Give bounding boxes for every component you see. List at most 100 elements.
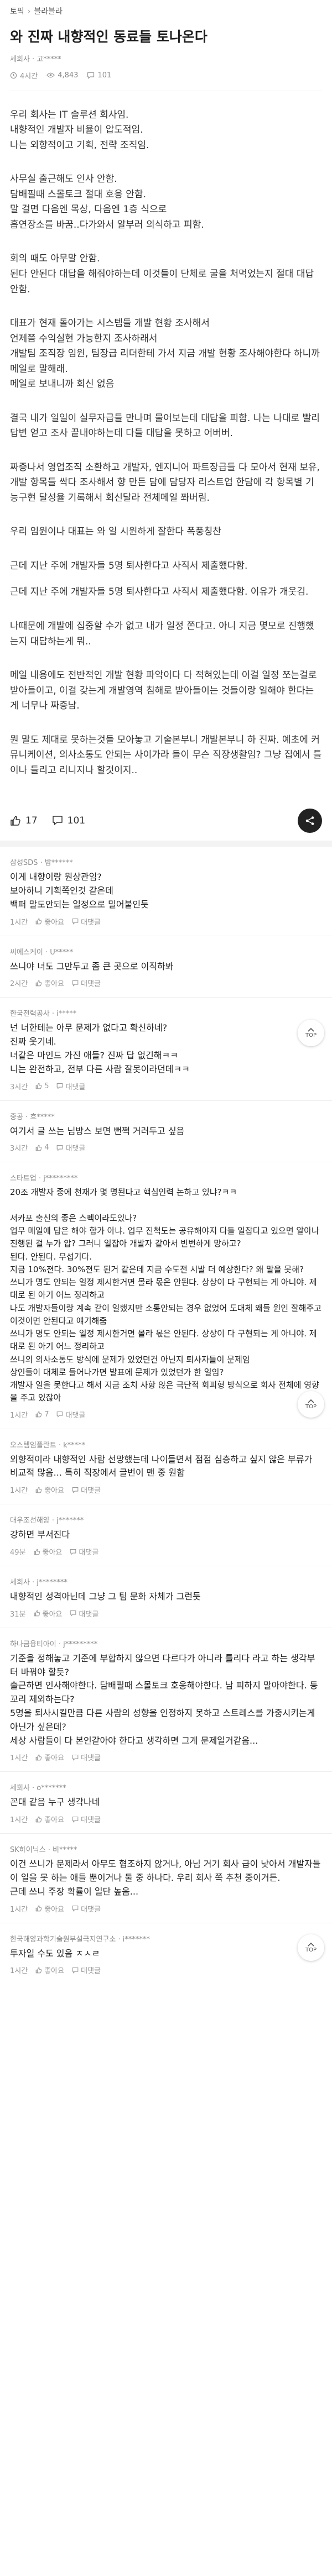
comment-author[interactable]: 하나금융티아이 · j********* — [10, 1638, 322, 1649]
comment-meta: 1시간 좋아요 대댓글 — [10, 1814, 322, 1824]
comment-time: 1시간 — [10, 918, 28, 927]
share-icon — [305, 816, 314, 825]
thumbs-up-icon — [35, 980, 42, 987]
thumbs-up-icon — [34, 1549, 40, 1555]
thumbs-up-icon — [35, 1487, 42, 1493]
comment-author[interactable]: 중공 · 흐***** — [10, 1111, 322, 1121]
comment-meta: 49분 좋아요 대댓글 — [10, 1546, 322, 1557]
share-button[interactable] — [298, 808, 322, 833]
breadcrumb-home[interactable]: 토픽 — [10, 7, 24, 16]
comment-reply-button[interactable]: 대댓글 — [72, 978, 101, 988]
comment-author[interactable]: 한국해양과학기술원부설극지연구소 · i******* — [10, 1933, 322, 1944]
comment-icon — [72, 919, 79, 925]
comment-author[interactable]: 씨에스케이 · U***** — [10, 946, 322, 957]
comment-reply-button[interactable]: 대댓글 — [72, 1814, 101, 1824]
comment-item: 씨에스케이 · U***** 쓰니야 너도 그만두고 좀 큰 곳으로 이직하봐 … — [0, 936, 332, 998]
comment-icon — [72, 1967, 79, 1974]
post-paragraph: 뭔 말도 제대로 못하는것들 모아놓고 기술본부니 개발본부니 하 진짜. 예초… — [10, 734, 322, 776]
comment-time: 3시간 — [10, 1145, 28, 1153]
comment-like-button[interactable]: 좋아요 — [35, 1965, 64, 1975]
comment-like-label: 좋아요 — [42, 1549, 63, 1557]
comment-reply-button[interactable]: 대댓글 — [72, 916, 101, 927]
chevron-up-icon — [308, 1028, 314, 1032]
comment-like-button[interactable]: 4 — [35, 1143, 49, 1152]
comment-meta: 1시간 좋아요 대댓글 — [10, 1903, 322, 1914]
comment-reply-button[interactable]: 대댓글 — [70, 1608, 98, 1619]
comment-icon — [72, 980, 79, 987]
post-paragraph: 대표가 현재 돌아가는 시스템들 개발 현황 조사해서 언제쯤 수익실현 가능한… — [10, 318, 320, 390]
comment-like-count: 5 — [44, 1082, 49, 1090]
comment-item: 세회사 · o******* 꼰대 같음 누구 생각나네 1시간 좋아요 대댓글 — [0, 1772, 332, 1834]
breadcrumb-separator: › — [27, 7, 31, 16]
comment-text: 여기서 글 쓰는 님방스 보면 뻔쩍 거러두고 싶음 — [10, 1125, 185, 1136]
like-button[interactable]: 17 — [10, 815, 38, 826]
comment-time: 49분 — [10, 1549, 26, 1557]
comment-icon — [72, 1487, 79, 1493]
comment-reply-label: 대댓글 — [65, 1145, 86, 1153]
thumbs-up-icon — [35, 1905, 42, 1912]
comment-reply-label: 대댓글 — [81, 980, 101, 989]
post-author[interactable]: 세회사 · 고***** — [0, 52, 332, 64]
comment-reply-button[interactable]: 대댓글 — [56, 1142, 85, 1153]
comment-reply-button[interactable]: 대댓글 — [72, 1965, 101, 1975]
scroll-top-label: TOP — [305, 1947, 317, 1953]
comment-like-button[interactable]: 좋아요 — [35, 1752, 64, 1762]
comment-author[interactable]: SK하이닉스 · 비***** — [10, 1844, 322, 1854]
comment-author[interactable]: 스타트업 · j********* — [10, 1172, 322, 1183]
comment-author[interactable]: 대우조선해양 · j******* — [10, 1514, 322, 1525]
comment-like-button[interactable]: 좋아요 — [34, 1546, 63, 1557]
scroll-top-label: TOP — [305, 1403, 317, 1410]
comment-like-button[interactable]: 좋아요 — [35, 1484, 64, 1495]
comment-text: 기준을 정해놓고 기준에 부합하지 않으면 다르다가 아니라 틀리다 라고 하는… — [10, 1652, 318, 1746]
comment-like-button[interactable]: 7 — [35, 1410, 49, 1419]
comment-author[interactable]: 세회사 · o******* — [10, 1782, 322, 1792]
comment-author[interactable]: 한국전력공사 · i***** — [10, 1008, 322, 1018]
comment-meta: 1시간 7 대댓글 — [10, 1409, 322, 1420]
thumbs-up-icon — [11, 815, 20, 826]
post-views-text: 4,843 — [58, 71, 79, 80]
comment-author[interactable]: 오스템임플란트 · k***** — [10, 1439, 322, 1450]
scroll-top-button[interactable]: TOP — [298, 1934, 324, 1961]
comment-reply-label: 대댓글 — [81, 1905, 101, 1914]
section-gap — [0, 841, 332, 847]
comment-text: 강하면 부서진다 — [10, 1529, 70, 1540]
comment-reply-button[interactable]: 대댓글 — [72, 1484, 101, 1495]
comment-like-button[interactable]: 좋아요 — [35, 978, 64, 988]
comment-text: 쓰니야 너도 그만두고 좀 큰 곳으로 이직하봐 — [10, 961, 174, 972]
post-paragraph: 우리 임원이나 대표는 와 일 시원하게 잘한다 폭풍칭찬 — [10, 526, 221, 538]
comment-like-button[interactable]: 좋아요 — [35, 1814, 64, 1824]
comment-icon — [72, 1754, 79, 1761]
scroll-top-button[interactable]: TOP — [298, 1391, 324, 1418]
comment-reply-button[interactable]: 대댓글 — [56, 1081, 85, 1092]
comment-reply-label: 대댓글 — [81, 1816, 101, 1825]
comment-like-button[interactable]: 좋아요 — [34, 1608, 63, 1619]
comment-like-count: 4 — [44, 1143, 49, 1152]
comment-reply-button[interactable]: 대댓글 — [70, 1546, 98, 1557]
comment-reply-button[interactable]: 대댓글 — [72, 1752, 101, 1762]
comment-item: 세회사 · j******** 내향적인 성격아닌데 그냥 그 팀 문화 자체가… — [0, 1566, 332, 1628]
comment-item: 한국전력공사 · i***** 넌 너한테는 아무 문제가 없다고 확신하네? … — [0, 998, 332, 1101]
comment-count: 101 — [67, 815, 86, 826]
comment-meta: 31분 좋아요 대댓글 — [10, 1608, 322, 1619]
comment-item: SK하이닉스 · 비***** 이건 쓰니가 문제라서 아무도 협조하지 않거나… — [0, 1834, 332, 1923]
comment-like-button[interactable]: 5 — [35, 1082, 49, 1090]
comment-list: 삼성SDS · 밤****** 이게 내향이랑 뭔상관임? 보아하니 기획쪽인것… — [0, 847, 332, 1984]
comment-reply-button[interactable]: 대댓글 — [72, 1903, 101, 1914]
comment-meta: 2시간 좋아요 대댓글 — [10, 978, 322, 988]
comment-icon — [87, 72, 95, 79]
comment-reply-button[interactable]: 대댓글 — [56, 1409, 85, 1420]
comment-like-label: 좋아요 — [42, 1610, 63, 1619]
comment-like-button[interactable]: 좋아요 — [35, 1903, 64, 1914]
thumbs-up-icon — [35, 1754, 42, 1761]
comment-like-button[interactable]: 좋아요 — [35, 916, 64, 927]
thumbs-up-icon — [35, 1083, 42, 1089]
post-time-text: 4시간 — [20, 72, 38, 81]
comment-icon — [57, 1412, 63, 1418]
comment-button[interactable]: 101 — [52, 815, 85, 826]
thumbs-up-icon — [35, 1816, 42, 1823]
comment-reply-label: 대댓글 — [81, 918, 101, 927]
comment-author[interactable]: 세회사 · j******** — [10, 1576, 322, 1587]
breadcrumb-board[interactable]: 블라블라 — [34, 7, 63, 16]
comment-like-label: 좋아요 — [44, 980, 65, 989]
comment-author[interactable]: 삼성SDS · 밤****** — [10, 857, 322, 867]
